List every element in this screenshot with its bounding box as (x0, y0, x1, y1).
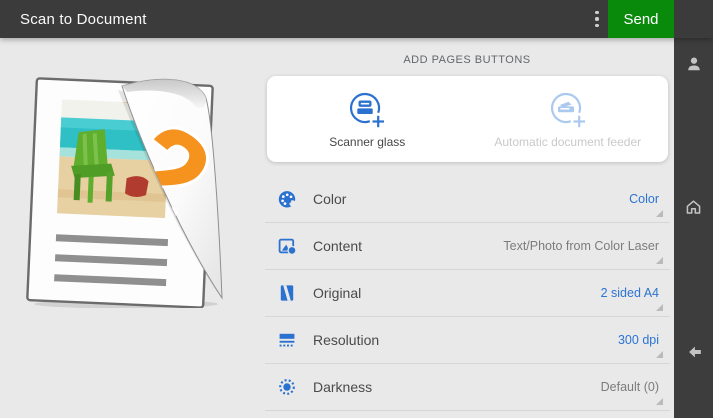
page-title: Scan to Document (20, 11, 147, 28)
main-content: 2 ADD PAGES BUTTONS (0, 38, 674, 418)
setting-value: Text/Photo from Color Laser (503, 239, 659, 253)
adf-add-icon (547, 89, 589, 131)
setting-value: Default (0) (601, 380, 659, 394)
account-icon[interactable] (674, 48, 713, 80)
send-button[interactable]: Send (608, 0, 674, 38)
palette-icon (277, 189, 297, 209)
overflow-menu-icon[interactable] (585, 0, 609, 38)
setting-label: Color (313, 191, 346, 207)
top-app-bar: Scan to Document Send (0, 0, 713, 38)
document-preview: 2 (14, 46, 244, 308)
add-pages-heading: ADD PAGES BUTTONS (262, 54, 672, 66)
dropdown-corner-icon (656, 210, 663, 217)
scan-to-document-screen: Scan to Document Send (0, 0, 713, 418)
dropdown-corner-icon (656, 398, 663, 405)
setting-label: Content (313, 238, 362, 254)
settings-panel: ADD PAGES BUTTONS Scanner glass (262, 38, 672, 411)
setting-label: Darkness (313, 379, 372, 395)
dropdown-corner-icon (656, 351, 663, 358)
scanner-glass-button[interactable]: Scanner glass (267, 89, 468, 149)
setting-row-resolution[interactable]: Resolution 300 dpi (265, 317, 670, 364)
setting-value: Color (629, 192, 659, 206)
settings-list: Color Color Content Text/Photo from Colo… (262, 176, 672, 411)
navigation-sidebar (674, 38, 713, 418)
darkness-icon (277, 377, 297, 397)
setting-value: 2 sided A4 (601, 286, 659, 300)
resolution-icon (277, 330, 297, 350)
content-image-icon (277, 236, 297, 256)
setting-label: Original (313, 285, 361, 301)
setting-row-darkness[interactable]: Darkness Default (0) (265, 364, 670, 411)
add-pages-card: Scanner glass Automatic document feeder (267, 76, 668, 162)
setting-value: 300 dpi (618, 333, 659, 347)
setting-row-original[interactable]: Original 2 sided A4 (265, 270, 670, 317)
adf-label: Automatic document feeder (494, 135, 641, 149)
dropdown-corner-icon (656, 304, 663, 311)
beach-bag (125, 176, 149, 198)
setting-row-content[interactable]: Content Text/Photo from Color Laser (265, 223, 670, 270)
scanner-glass-label: Scanner glass (329, 135, 405, 149)
setting-label: Resolution (313, 332, 379, 348)
adf-button[interactable]: Automatic document feeder (468, 89, 669, 149)
original-page-icon (277, 283, 297, 303)
setting-row-color[interactable]: Color Color (265, 176, 670, 223)
back-arrow-icon[interactable] (674, 336, 713, 368)
scanner-glass-add-icon (346, 89, 388, 131)
dropdown-corner-icon (656, 257, 663, 264)
home-icon[interactable] (674, 190, 713, 222)
